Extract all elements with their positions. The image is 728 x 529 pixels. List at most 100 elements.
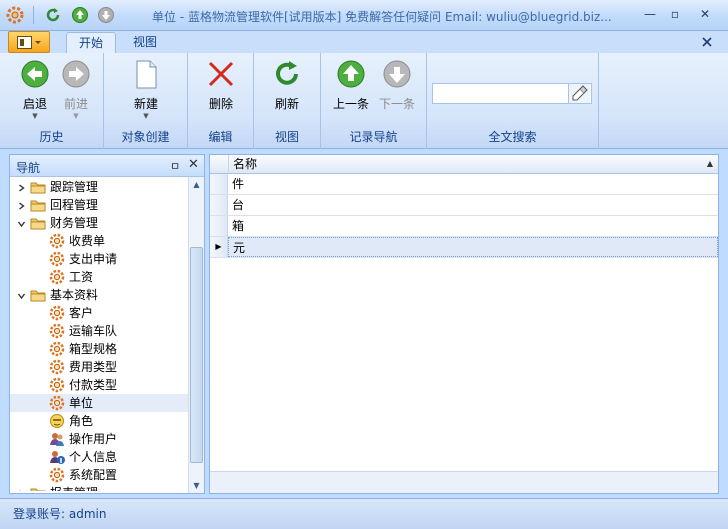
- minimize-button[interactable]: —: [638, 5, 662, 23]
- tree-item-label: 操作用户: [69, 432, 118, 446]
- tree-item-label: 个人信息: [69, 450, 118, 464]
- tree-item[interactable]: 收费单: [10, 232, 188, 250]
- folder-icon: [30, 488, 46, 491]
- delete-x-icon: [208, 61, 234, 87]
- group-label-edit: 编辑: [208, 130, 233, 144]
- tree-item[interactable]: 费用类型: [10, 358, 188, 376]
- new-button[interactable]: 新建 ▼: [126, 59, 166, 120]
- table-row[interactable]: 件: [210, 174, 718, 195]
- column-header-name[interactable]: 名称 ▲: [228, 155, 718, 174]
- tree-item-label: 费用类型: [69, 360, 118, 374]
- down-arrow-icon[interactable]: [97, 6, 115, 24]
- window-title: 单位 - 蓝格物流管理软件[试用版本] 免费解答任何疑问 Email: wuli…: [152, 10, 612, 24]
- ribbon-tab-row: 开始 视图: [0, 31, 728, 53]
- back-button[interactable]: 启退 ▼: [15, 59, 55, 120]
- tree-item-label: 单位: [69, 396, 94, 410]
- up-arrow-icon[interactable]: [71, 6, 89, 24]
- navigation-panel: 导航 ㅁ ✕ 跟踪管理回程管理财务管理收费单 支出申请 工资基本资料客户 运输车队箱型…: [9, 154, 205, 494]
- tree-item[interactable]: 报表管理: [10, 484, 188, 491]
- tree-item[interactable]: 基本资料: [10, 286, 188, 304]
- group-label-history: 历史: [39, 130, 64, 144]
- tab-start[interactable]: 开始: [66, 32, 117, 53]
- help-icon[interactable]: [700, 35, 714, 49]
- tree-item[interactable]: 操作用户: [10, 430, 188, 448]
- refresh-icon[interactable]: [44, 6, 62, 24]
- expander-icon[interactable]: [16, 219, 26, 228]
- group-object-create: 新建 ▼ 对象创建: [104, 53, 188, 149]
- role-icon: [50, 414, 64, 428]
- table-row[interactable]: 台: [210, 195, 718, 216]
- expander-icon[interactable]: [16, 183, 26, 192]
- row-indicator[interactable]: [210, 174, 228, 194]
- tree-item[interactable]: 财务管理: [10, 214, 188, 232]
- tree-item[interactable]: 系统配置: [10, 466, 188, 484]
- row-indicator[interactable]: ▶: [210, 237, 228, 257]
- close-button[interactable]: ✕: [693, 5, 717, 23]
- scroll-thumb[interactable]: [190, 247, 203, 463]
- folder-icon: [30, 290, 46, 302]
- table-cell[interactable]: 件: [228, 174, 718, 194]
- navigation-close-button[interactable]: ✕: [188, 157, 199, 172]
- gear-icon: [49, 467, 65, 483]
- tree-item-label: 回程管理: [50, 198, 99, 212]
- expander-icon[interactable]: [16, 489, 26, 491]
- tree-item[interactable]: 支出申请: [10, 250, 188, 268]
- expander-icon[interactable]: [16, 201, 26, 210]
- table-row[interactable]: ▶ 元: [210, 237, 718, 258]
- table-cell[interactable]: 箱: [228, 216, 718, 236]
- forward-arrow-icon: [62, 60, 90, 88]
- tree-item[interactable]: 运输车队: [10, 322, 188, 340]
- scroll-down-icon[interactable]: ▼: [189, 478, 204, 493]
- scroll-up-icon[interactable]: ▲: [189, 177, 204, 192]
- new-document-icon: [136, 60, 157, 89]
- gear-icon: [49, 269, 65, 285]
- group-label-record-navigation: 记录导航: [349, 130, 398, 144]
- login-account-status: 登录账号: admin: [13, 507, 107, 521]
- refresh-button[interactable]: 刷新: [267, 59, 307, 112]
- search-button[interactable]: [568, 84, 590, 103]
- tree-item-label: 报表管理: [50, 484, 98, 491]
- gear-icon: [49, 233, 65, 249]
- tree-item-label: 财务管理: [50, 216, 99, 230]
- next-arrow-icon: [383, 60, 411, 88]
- delete-button[interactable]: 删除: [201, 59, 241, 112]
- tree-item[interactable]: 单位: [10, 394, 188, 412]
- tree-item[interactable]: 个人信息: [10, 448, 188, 466]
- gear-icon: [49, 359, 65, 375]
- table-cell[interactable]: 台: [228, 195, 718, 215]
- restore-button[interactable]: ▫: [663, 5, 687, 23]
- tree-item[interactable]: 付款类型: [10, 376, 188, 394]
- gear-icon: [49, 395, 65, 411]
- tree-item[interactable]: 跟踪管理: [10, 178, 188, 196]
- expander-icon[interactable]: [16, 291, 26, 300]
- users-icon: [50, 433, 64, 446]
- tree-item-label: 基本资料: [50, 288, 99, 302]
- tree-item[interactable]: 客户: [10, 304, 188, 322]
- tree-item-label: 角色: [69, 414, 94, 428]
- group-edit: 删除 编辑: [188, 53, 254, 149]
- row-indicator[interactable]: [210, 216, 228, 236]
- tree-item-label: 箱型规格: [69, 342, 118, 356]
- menu-icon: [17, 36, 41, 49]
- navigation-scrollbar[interactable]: ▲ ▼: [188, 177, 204, 493]
- navigation-title: 导航: [16, 161, 41, 175]
- table-cell[interactable]: 元: [228, 237, 718, 257]
- tree-item[interactable]: 回程管理: [10, 196, 188, 214]
- navigation-header: 导航 ㅁ ✕: [10, 155, 204, 177]
- pin-icon[interactable]: ㅁ: [170, 158, 180, 174]
- tree-item[interactable]: 角色: [10, 412, 188, 430]
- table-row[interactable]: 箱: [210, 216, 718, 237]
- row-indicator[interactable]: [210, 195, 228, 215]
- previous-record-button[interactable]: 上一条: [329, 59, 373, 112]
- tree-item[interactable]: 箱型规格: [10, 340, 188, 358]
- tab-view[interactable]: 视图: [121, 32, 169, 53]
- back-arrow-icon: [21, 60, 49, 88]
- gear-icon: [49, 305, 65, 321]
- sort-ascending-icon: ▲: [706, 159, 713, 168]
- application-menu-button[interactable]: [8, 31, 50, 53]
- app-gear-icon[interactable]: [6, 6, 24, 24]
- forward-button[interactable]: 前进 ▼: [56, 59, 96, 120]
- tree-item[interactable]: 工资: [10, 268, 188, 286]
- group-label-object-create: 对象创建: [121, 130, 170, 144]
- next-record-button[interactable]: 下一条: [375, 59, 419, 112]
